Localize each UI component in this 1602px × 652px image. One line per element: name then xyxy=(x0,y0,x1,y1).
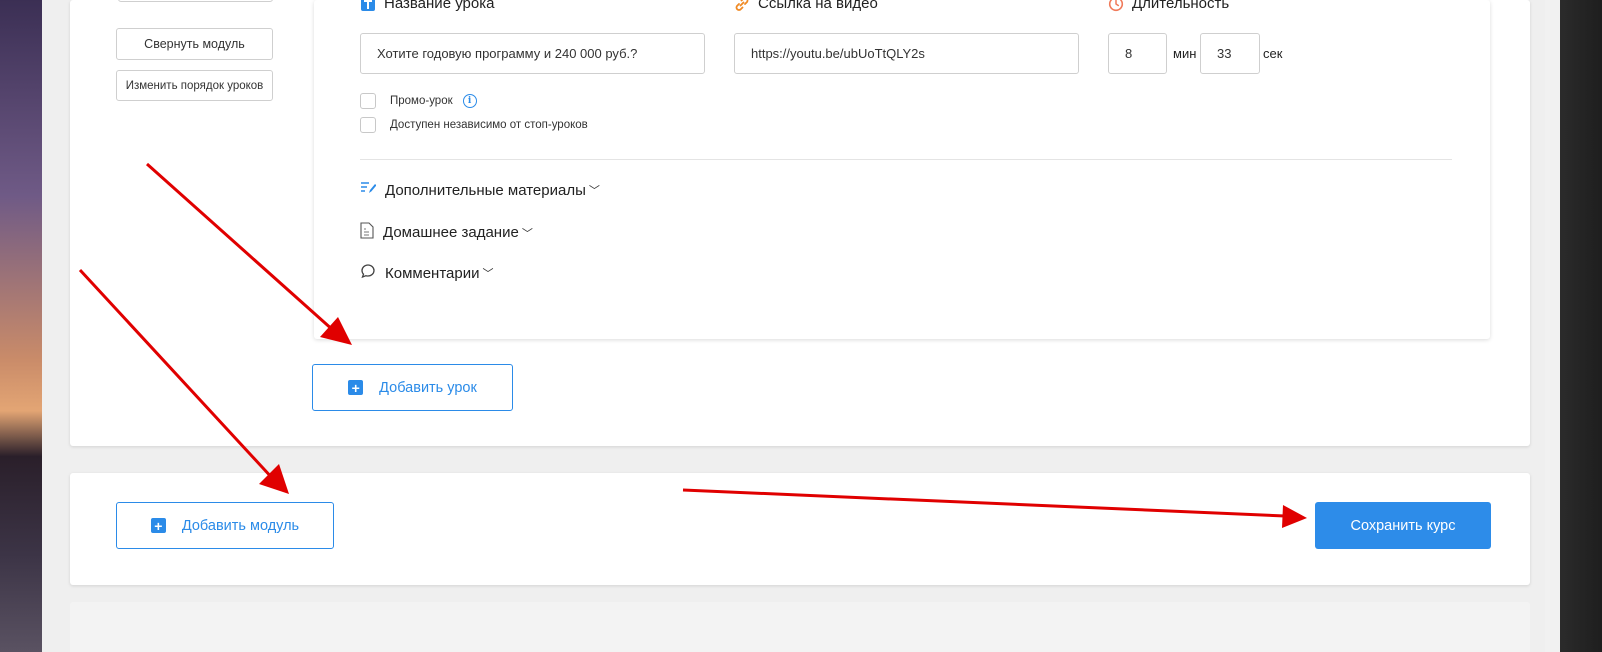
add-lesson-button[interactable]: + Добавить урок xyxy=(312,364,513,411)
duration-minutes-input[interactable]: 8 xyxy=(1108,33,1167,74)
add-module-label: Добавить модуль xyxy=(181,517,300,534)
chevron-down-icon: ﹀ xyxy=(588,185,600,197)
plus-square-icon: + xyxy=(348,380,364,395)
video-link-input[interactable]: https://youtu.be/ubUoTtQLY2s xyxy=(734,33,1079,74)
document-icon xyxy=(360,222,374,243)
text-t-icon xyxy=(360,0,376,12)
independent-access-row: Доступен независимо от стоп-уроков xyxy=(360,117,588,133)
lesson-title-input[interactable]: Хотите годовую программу и 240 000 руб.? xyxy=(360,33,705,74)
minutes-unit: мин xyxy=(1173,46,1197,61)
materials-label: Дополнительные материалы xyxy=(385,181,586,199)
video-link-label: Ссылка на видео xyxy=(734,0,878,12)
lesson-title-label: Название урока xyxy=(360,0,494,12)
promo-lesson-row: Промо-урок i xyxy=(360,93,477,109)
independent-access-label: Доступен независимо от стоп-уроков xyxy=(390,119,588,131)
footer-panel xyxy=(70,602,1530,652)
duration-label: Длительность xyxy=(1108,0,1229,12)
comments-toggle[interactable]: Комментарии ﹀ xyxy=(360,263,493,283)
sidebar-button-partial[interactable] xyxy=(118,0,273,2)
scrollbar-track[interactable] xyxy=(1545,0,1560,652)
duration-label-text: Длительность xyxy=(1132,0,1230,12)
link-icon xyxy=(734,0,750,12)
save-course-button[interactable]: Сохранить курс xyxy=(1315,502,1491,549)
chevron-down-icon: ﹀ xyxy=(521,227,533,240)
duration-seconds-input[interactable]: 33 xyxy=(1200,33,1260,74)
comments-label: Комментарии xyxy=(385,264,480,282)
info-icon[interactable]: i xyxy=(462,94,477,108)
seconds-unit: сек xyxy=(1263,46,1283,61)
lesson-title-label-text: Название урока xyxy=(384,0,495,12)
reorder-lessons-button[interactable]: Изменить порядок уроков xyxy=(116,70,273,101)
video-link-label-text: Ссылка на видео xyxy=(758,0,878,12)
homework-toggle[interactable]: Домашнее задание ﹀ xyxy=(360,222,533,243)
add-lesson-label: Добавить урок xyxy=(379,379,477,396)
add-module-button[interactable]: + Добавить модуль xyxy=(116,502,334,549)
chevron-down-icon: ﹀ xyxy=(482,268,494,280)
homework-label: Домашнее задание xyxy=(383,224,519,241)
pencil-list-icon xyxy=(360,181,377,199)
speech-bubble-icon xyxy=(360,263,376,283)
plus-square-icon: + xyxy=(150,518,166,533)
independent-access-checkbox[interactable] xyxy=(360,117,376,133)
clock-icon xyxy=(1108,0,1124,12)
promo-lesson-label: Промо-урок xyxy=(390,95,453,107)
desktop-background-right xyxy=(1560,0,1602,652)
desktop-wallpaper-left xyxy=(0,0,42,652)
promo-lesson-checkbox[interactable] xyxy=(360,93,376,109)
materials-toggle[interactable]: Дополнительные материалы ﹀ xyxy=(360,181,600,199)
divider xyxy=(360,159,1452,160)
collapse-module-button[interactable]: Свернуть модуль xyxy=(116,28,273,60)
